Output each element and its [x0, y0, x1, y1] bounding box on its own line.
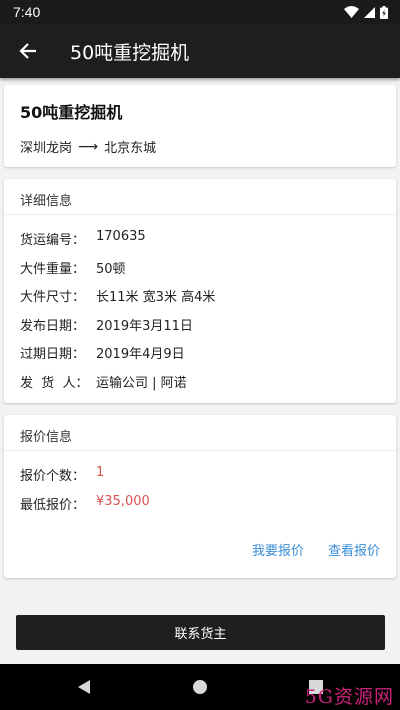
detail-value: 170635: [96, 229, 146, 244]
detail-row-size: 大件尺寸： 长11米 宽3米 高4米: [20, 286, 396, 315]
quote-list: 报价个数： 1 最低报价： ¥35,000: [4, 451, 396, 522]
detail-row-weight: 大件重量： 50顿: [20, 258, 396, 287]
detail-value: 50顿: [96, 261, 126, 277]
view-offers-link[interactable]: 查看报价: [328, 540, 380, 559]
route-origin: 深圳龙岗: [20, 141, 73, 156]
signal-icon: [364, 6, 375, 18]
detail-value: 2019年4月9日: [96, 347, 185, 362]
status-icons: [344, 5, 388, 19]
contact-owner-button[interactable]: 联系货主: [16, 615, 385, 650]
detail-label: 货运编号：: [20, 233, 86, 248]
detail-value: 运输公司 | 阿诺: [96, 375, 187, 391]
details-card: 详细信息 货运编号： 170635 大件重量： 50顿 大件尺寸： 长11米 宽…: [4, 179, 396, 403]
quote-lowest-value: ¥35,000: [96, 493, 150, 509]
watermark: 5G资源网: [304, 686, 394, 708]
quote-row-lowest: 最低报价： ¥35,000: [20, 494, 396, 523]
cargo-name: 50吨重挖掘机: [20, 103, 123, 122]
route-destination: 北京东城: [104, 141, 157, 156]
detail-label: 发 货 人：: [20, 375, 89, 391]
quote-row-count: 报价个数： 1: [20, 465, 396, 494]
make-offer-link[interactable]: 我要报价: [252, 540, 304, 559]
quote-card: 报价信息 报价个数： 1 最低报价： ¥35,000 我要报价 查看报价: [4, 415, 396, 578]
nav-home-button[interactable]: [188, 675, 212, 699]
page-title: 50吨重挖掘机: [70, 41, 190, 64]
detail-row-cargo-id: 货运编号： 170635: [20, 229, 396, 258]
details-header: 详细信息: [4, 179, 396, 215]
nav-back-button[interactable]: [72, 675, 96, 699]
wifi-icon: [344, 6, 359, 18]
detail-value: 2019年3月11日: [96, 318, 193, 334]
quote-count-label: 报价个数：: [20, 469, 86, 484]
battery-icon: [380, 5, 388, 19]
route-arrow-icon: ⟶: [78, 138, 99, 155]
quote-count-value: 1: [96, 465, 105, 480]
back-arrow-icon: [19, 43, 36, 59]
detail-row-publish-date: 发布日期： 2019年3月11日: [20, 315, 396, 344]
quote-header: 报价信息: [4, 415, 396, 451]
quote-lowest-label: 最低报价：: [20, 497, 86, 513]
nav-home-icon: [193, 680, 207, 694]
route: 深圳龙岗 ⟶ 北京东城: [20, 137, 396, 157]
status-time: 7:40: [13, 4, 41, 20]
details-list: 货运编号： 170635 大件重量： 50顿 大件尺寸： 长11米 宽3米 高4…: [4, 215, 396, 400]
detail-label: 大件尺寸：: [20, 290, 86, 305]
detail-label: 过期日期：: [20, 347, 86, 362]
detail-label: 大件重量：: [20, 261, 86, 277]
detail-value: 长11米 宽3米 高4米: [96, 290, 216, 305]
app-bar: 50吨重挖掘机: [0, 24, 400, 78]
nav-back-icon: [78, 680, 90, 694]
detail-label: 发布日期：: [20, 318, 86, 334]
detail-row-expiry-date: 过期日期： 2019年4月9日: [20, 343, 396, 372]
back-button[interactable]: [0, 24, 56, 78]
detail-row-shipper: 发 货 人： 运输公司 | 阿诺: [20, 372, 396, 401]
cargo-summary-card: 50吨重挖掘机 深圳龙岗 ⟶ 北京东城: [4, 85, 396, 167]
status-bar: 7:40: [0, 0, 400, 24]
quote-actions: 我要报价 查看报价: [252, 540, 380, 559]
